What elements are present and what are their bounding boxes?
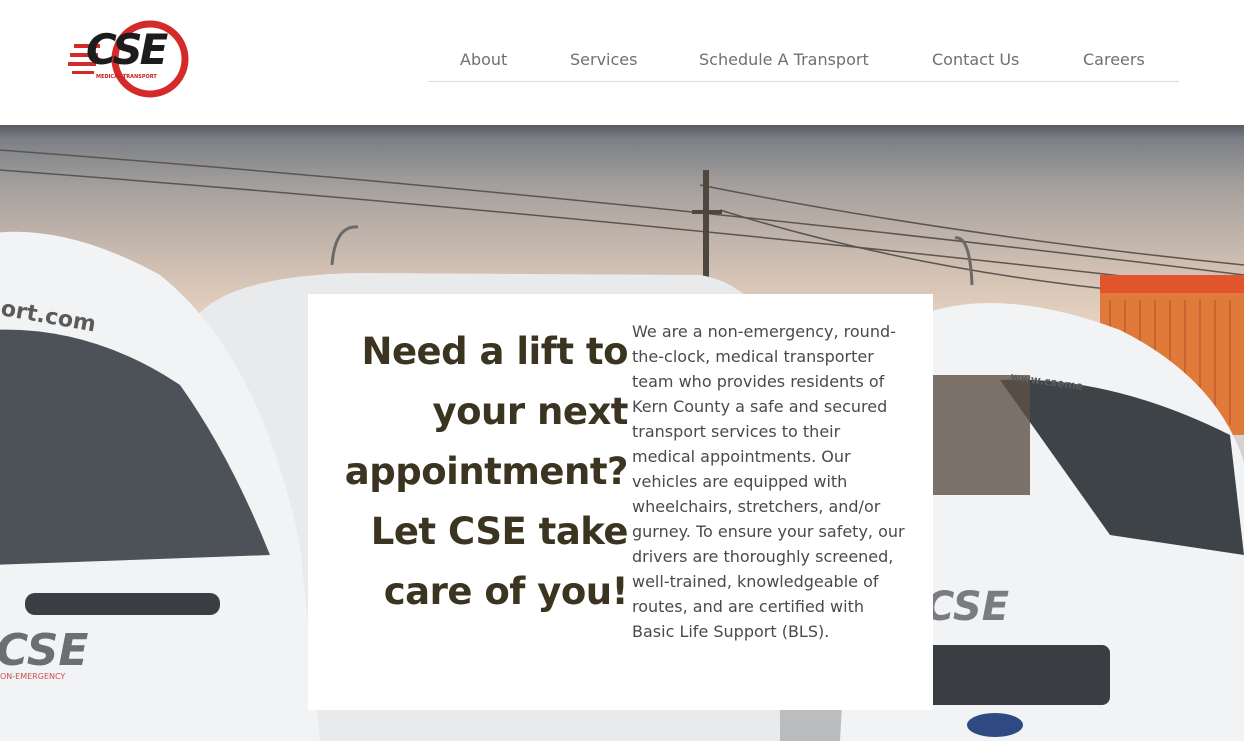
street-lamp-left [330, 225, 359, 266]
site-header: CSE MEDICAL TRANSPORT About Services Sch… [0, 0, 1244, 125]
logo-subtext: MEDICAL TRANSPORT [96, 74, 157, 80]
hero-headline: Need a lift to your next appointment? Le… [344, 330, 629, 613]
van-left-badge: CSE [0, 625, 88, 676]
header-shadow [0, 125, 1244, 139]
nav-about[interactable]: About [460, 50, 507, 69]
nav-contact-us[interactable]: Contact Us [932, 50, 1019, 69]
van-left-subbadge: ON-EMERGENCY [0, 672, 65, 681]
intro-card: Need a lift to your next appointment? Le… [308, 294, 933, 710]
van-right-badge: CSE [925, 584, 1009, 630]
nav-services[interactable]: Services [570, 50, 637, 69]
van-left-grille [25, 593, 220, 615]
cse-logo[interactable]: CSE MEDICAL TRANSPORT [66, 18, 194, 100]
nav-schedule-transport[interactable]: Schedule A Transport [699, 50, 869, 69]
nav-careers[interactable]: Careers [1083, 50, 1145, 69]
logo-text: CSE [86, 25, 168, 74]
service-description: We are a non-emergency, round-the-clock,… [632, 322, 905, 641]
street-lamp-right [954, 236, 974, 286]
ford-emblem [967, 713, 1023, 737]
main-nav: About Services Schedule A Transport Cont… [428, 38, 1179, 82]
